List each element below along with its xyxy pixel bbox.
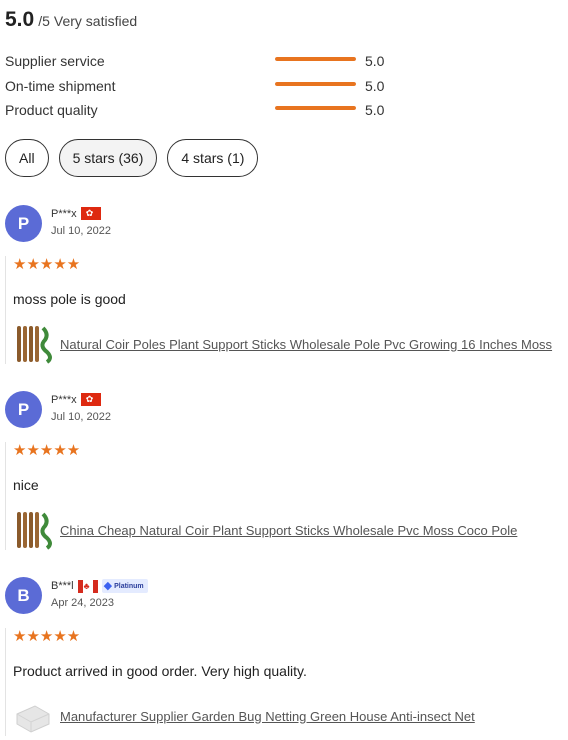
- metric-bar-fill: [275, 81, 356, 86]
- coir-pole-thumbnail-icon: [17, 326, 52, 364]
- metric-product-quality: Product quality 5.0: [5, 98, 405, 123]
- metric-bar-fill: [275, 57, 356, 61]
- product-link[interactable]: Manufacturer Supplier Garden Bug Netting…: [60, 709, 475, 724]
- netting-thumbnail-icon: [16, 705, 50, 733]
- reviewed-product: Manufacturer Supplier Garden Bug Netting…: [13, 696, 565, 736]
- avatar: P: [5, 391, 42, 428]
- rating-summary: 5.0 /5 Very satisfied: [5, 8, 137, 32]
- filter-all-chip[interactable]: All: [5, 139, 49, 177]
- product-link[interactable]: Natural Coir Poles Plant Support Sticks …: [60, 337, 552, 352]
- review-date: Apr 24, 2023: [51, 597, 114, 609]
- filter-5-stars-chip[interactable]: 5 stars (36): [58, 139, 158, 177]
- star-rating-icon: ★★★★★: [13, 442, 81, 459]
- review-date: Jul 10, 2022: [51, 225, 111, 237]
- reviewer-info: B***l ◆ Platinum: [51, 579, 148, 593]
- metric-label: On-time shipment: [5, 77, 116, 94]
- star-rating-icon: ★★★★★: [13, 256, 81, 273]
- metric-on-time-shipment: On-time shipment 5.0: [5, 74, 405, 99]
- reviewed-product: Natural Coir Poles Plant Support Sticks …: [13, 324, 565, 364]
- canada-flag-icon: [77, 579, 98, 593]
- hong-kong-flag-icon: [80, 207, 101, 220]
- metric-bar-fill: [275, 106, 356, 110]
- rating-metrics: Supplier service 5.0 On-time shipment 5.…: [5, 49, 405, 123]
- metric-bar: [275, 106, 356, 110]
- star-rating-icon: ★★★★★: [13, 628, 81, 645]
- reviewer-name: B***l: [51, 580, 74, 592]
- reviewer-info: P***x: [51, 207, 101, 220]
- platinum-badge: ◆ Platinum: [101, 579, 148, 593]
- diamond-icon: ◆: [103, 580, 113, 592]
- badge-label: Platinum: [114, 582, 144, 590]
- review-body: ★★★★★ Product arrived in good order. Ver…: [5, 628, 565, 736]
- metric-label: Supplier service: [5, 53, 105, 70]
- metric-value: 5.0: [365, 53, 385, 70]
- metric-supplier-service: Supplier service 5.0: [5, 49, 405, 74]
- metric-bar: [275, 57, 356, 61]
- review-comment: moss pole is good: [13, 291, 126, 307]
- overall-score: 5.0: [5, 8, 35, 31]
- review-date: Jul 10, 2022: [51, 411, 111, 423]
- metric-value: 5.0: [365, 77, 385, 94]
- review-body: ★★★★★ nice China Cheap Natural Coir Plan…: [5, 442, 565, 550]
- review-comment: Product arrived in good order. Very high…: [13, 663, 307, 679]
- filter-4-stars-chip[interactable]: 4 stars (1): [167, 139, 259, 177]
- reviewed-product: China Cheap Natural Coir Plant Support S…: [13, 510, 565, 550]
- product-link[interactable]: China Cheap Natural Coir Plant Support S…: [60, 523, 517, 538]
- avatar: P: [5, 205, 42, 242]
- metric-label: Product quality: [5, 102, 98, 119]
- score-max: /5: [38, 13, 50, 29]
- metric-bar: [275, 81, 356, 86]
- review-comment: nice: [13, 477, 39, 493]
- reviewer-info: P***x: [51, 393, 101, 406]
- reviewer-name: P***x: [51, 393, 77, 406]
- coir-pole-thumbnail-icon: [17, 512, 52, 550]
- review-filters: All 5 stars (36) 4 stars (1): [5, 139, 259, 177]
- metric-value: 5.0: [365, 102, 385, 119]
- satisfaction-text: Very satisfied: [53, 13, 138, 29]
- avatar: B: [5, 577, 42, 614]
- reviewer-name: P***x: [51, 207, 77, 220]
- review-body: ★★★★★ moss pole is good Natural Coir Pol…: [5, 256, 565, 364]
- hong-kong-flag-icon: [80, 393, 101, 406]
